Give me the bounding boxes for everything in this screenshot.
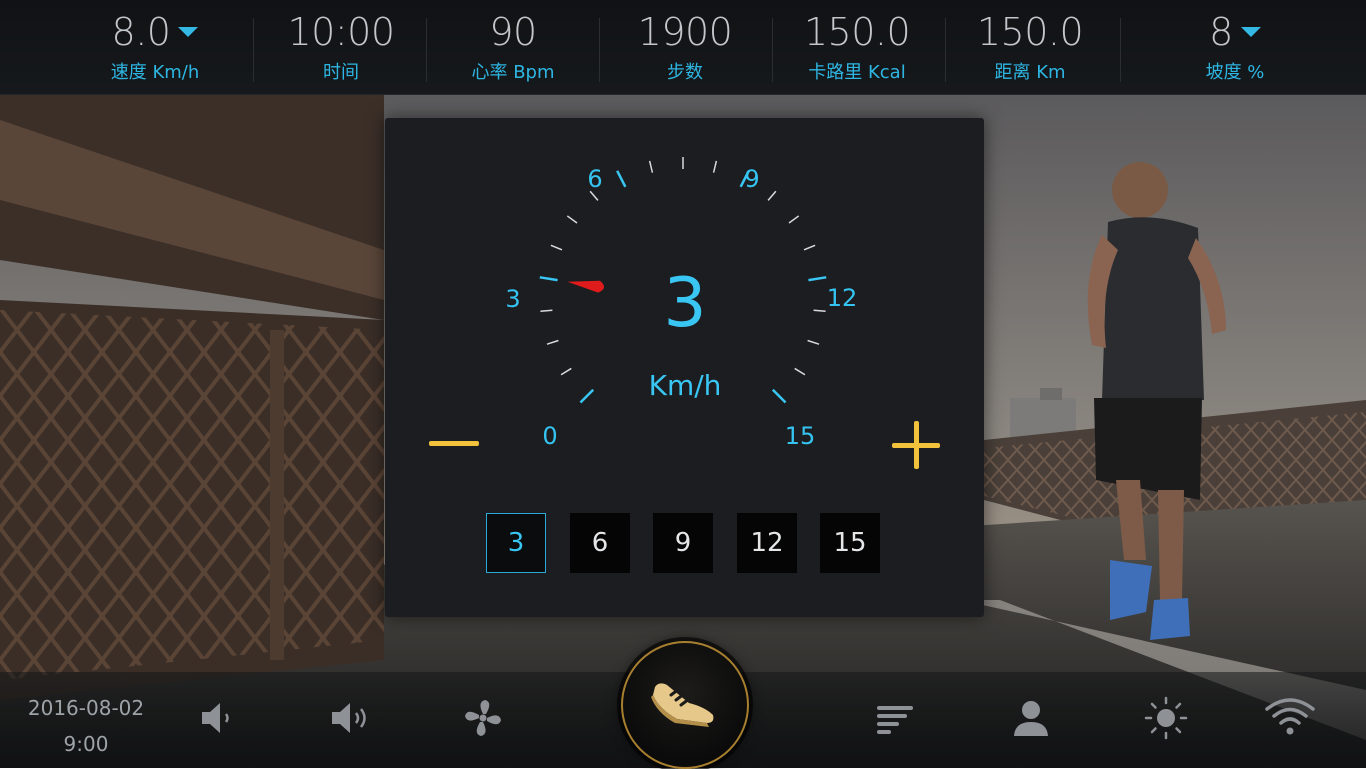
dial-tick [539,276,558,282]
dial-label-12: 12 [826,284,858,312]
chevron-down-icon[interactable] [178,26,199,37]
stat-incline[interactable]: 8 坡度 % [1170,0,1300,94]
dial-label-15: 15 [784,422,816,450]
plus-icon-stroke [914,421,919,469]
dial-tick [794,367,806,376]
wifi-button[interactable] [1262,690,1318,746]
stat-time-value: 10:00 [287,10,395,54]
dial-tick [550,244,563,251]
brightness-icon [1144,696,1188,740]
stat-heart-rate-label: 心率 Bpm [471,62,555,83]
preset-speed-15[interactable]: 15 [820,513,880,573]
dial-tick [807,339,820,345]
stat-steps-value: 1900 [637,10,733,54]
stat-heart-rate-value: 90 [489,10,537,54]
date-label: 2016-08-02 [27,696,145,720]
speed-presets: 3 6 9 12 15 [486,513,886,573]
dial-tick [803,244,816,251]
stat-incline-label: 坡度 % [1205,62,1265,83]
time-label: 9:00 [63,732,109,756]
stat-calories-label: 卡路里 Kcal [808,62,906,83]
speed-dialog: 0 3 6 9 12 15 3 Km/h 3 6 9 12 15 [385,118,984,617]
date-time: 2016-08-02 9:00 [16,690,156,762]
dial-label-0: 0 [542,422,558,450]
stat-steps: 1900 步数 [600,0,770,94]
divider [253,18,254,82]
dial-tick [788,215,800,224]
dial-tick [771,388,787,404]
stat-speed-value: 8.0 [60,10,250,54]
stat-speed[interactable]: 8.0 速度 Km/h [60,0,250,94]
list-menu-icon [877,706,913,734]
brightness-button[interactable] [1138,690,1194,746]
stat-calories-value: 150.0 [803,10,911,54]
volume-down-button[interactable] [192,690,248,746]
dial-tick [808,276,827,282]
stat-incline-value: 8 [1170,10,1300,54]
speed-unit-label: Km/h [648,369,722,402]
stats-bar: 8.0 速度 Km/h 10:00 时间 90 心率 Bpm 1900 步数 1… [0,0,1366,95]
dial-tick [579,388,595,404]
stat-speed-label: 速度 Km/h [110,62,200,83]
stat-heart-rate: 90 心率 Bpm [428,0,598,94]
dial-tick [540,309,553,312]
preset-speed-3[interactable]: 3 [486,513,546,573]
stat-distance: 150.0 距离 Km [945,0,1115,94]
dial-tick [712,160,718,173]
dial-tick [546,339,559,345]
minus-icon [429,441,479,446]
dial-tick [566,215,578,224]
volume-up-button[interactable] [324,690,380,746]
dial-tick [648,160,654,173]
dial-tick [560,367,572,376]
dial-label-3: 3 [505,285,521,313]
fan-icon [465,700,501,736]
stat-distance-value: 150.0 [976,10,1084,54]
user-icon [1014,701,1048,736]
stat-steps-label: 步数 [667,62,703,83]
dial-tick [616,170,627,188]
fan-button[interactable] [455,690,511,746]
increase-speed-button[interactable] [891,420,943,472]
dial-label-9: 9 [744,165,760,193]
volume-up-icon [332,703,366,733]
user-button[interactable] [1003,690,1059,746]
stat-time-label: 时间 [323,62,359,83]
wifi-icon [1265,698,1315,735]
preset-speed-12[interactable]: 12 [737,513,797,573]
current-speed-value: 3 [663,264,707,343]
preset-speed-6[interactable]: 6 [570,513,630,573]
running-shoe-icon [651,683,714,727]
stat-distance-label: 距离 Km [994,62,1066,83]
dial-label-6: 6 [587,165,603,193]
stat-calories: 150.0 卡路里 Kcal [772,0,942,94]
program-list-button[interactable] [867,690,923,746]
chevron-down-icon[interactable] [1240,26,1261,37]
volume-down-icon [202,703,229,733]
start-workout-button[interactable] [621,641,749,769]
divider [1120,18,1121,82]
divider [426,18,427,82]
stat-time: 10:00 时间 [256,0,426,94]
decrease-speed-button[interactable] [429,436,481,452]
dial-needle [567,280,605,293]
preset-speed-9[interactable]: 9 [653,513,713,573]
